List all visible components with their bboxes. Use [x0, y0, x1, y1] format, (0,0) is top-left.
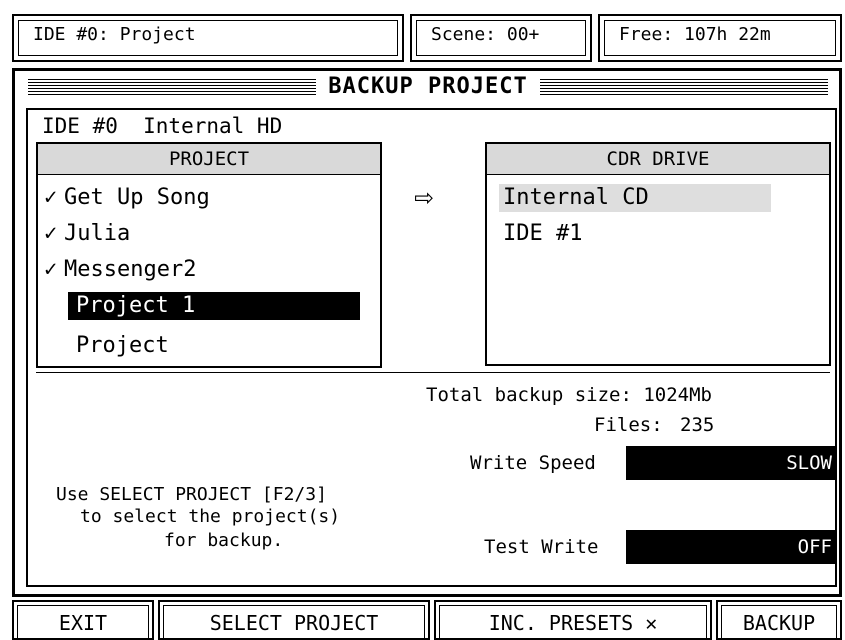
- select-project-button-label: SELECT PROJECT: [163, 605, 425, 638]
- total-backup-size: Total backup size: 1024Mb: [426, 384, 712, 406]
- exit-button[interactable]: EXIT: [12, 600, 154, 640]
- inc-presets-button-content: INC. PRESETS ✕: [439, 605, 707, 638]
- status-project-text: IDE #0: Project: [18, 20, 398, 56]
- inc-presets-button[interactable]: INC. PRESETS ✕: [434, 600, 712, 640]
- status-free: Free: 107h 22m: [598, 14, 842, 62]
- project-item[interactable]: ✓ Messenger2: [44, 256, 196, 284]
- test-write-label: Test Write: [484, 536, 599, 558]
- files-value: 235: [680, 414, 715, 436]
- arrow-right-icon: ⇨: [414, 177, 434, 215]
- cdr-drive-header: CDR DRIVE: [487, 144, 829, 175]
- files-label: Files:: [594, 414, 663, 436]
- status-free-text: Free: 107h 22m: [604, 20, 836, 56]
- check-icon: ✓: [44, 257, 58, 282]
- backup-button[interactable]: BACKUP: [716, 600, 842, 640]
- status-scene: Scene: 00+: [410, 14, 592, 62]
- source-drive-label: IDE #0 Internal HD: [42, 114, 283, 138]
- write-speed-field[interactable]: SLOW: [626, 446, 836, 480]
- backup-button-label: BACKUP: [721, 605, 837, 638]
- cdr-drive-list[interactable]: CDR DRIVE Internal CD IDE #1: [485, 142, 831, 366]
- project-item-label: Project 1: [76, 293, 196, 318]
- cdr-drive-item[interactable]: IDE #1: [503, 220, 582, 248]
- cdr-drive-item-selected[interactable]: Internal CD: [499, 184, 771, 212]
- status-scene-text: Scene: 00+: [416, 20, 586, 56]
- help-line-3: for backup.: [164, 530, 284, 551]
- check-icon: ✓: [44, 221, 58, 246]
- project-item-label: Get Up Song: [64, 185, 210, 210]
- test-write-field[interactable]: OFF: [626, 530, 836, 564]
- divider: [36, 372, 830, 373]
- write-speed-label: Write Speed: [470, 452, 596, 474]
- cdr-drive-label: IDE #1: [503, 221, 583, 246]
- project-item-selected[interactable]: Project 1: [68, 292, 360, 320]
- select-project-button[interactable]: SELECT PROJECT: [158, 600, 430, 640]
- project-item-label: Project: [76, 333, 169, 358]
- project-item[interactable]: Project: [76, 332, 169, 360]
- status-project: IDE #0: Project: [12, 14, 404, 62]
- dialog-title: BACKUP PROJECT: [316, 74, 540, 99]
- cdr-drive-label: Internal CD: [503, 185, 649, 210]
- help-line-1: Use SELECT PROJECT [F2/3]: [56, 484, 327, 505]
- project-item[interactable]: ✓ Get Up Song: [44, 184, 210, 212]
- close-x-icon: ✕: [645, 611, 658, 635]
- project-item[interactable]: ✓ Julia: [44, 220, 130, 248]
- project-item-label: Messenger2: [64, 257, 197, 282]
- project-list[interactable]: PROJECT ✓ Get Up Song ✓ Julia ✓ Messenger2 …: [36, 142, 382, 368]
- dialog-title-bar: BACKUP PROJECT: [28, 74, 828, 100]
- help-line-2: to select the project(s): [80, 506, 341, 527]
- exit-button-label: EXIT: [17, 605, 149, 638]
- check-icon: ✓: [44, 185, 58, 210]
- inc-presets-button-label: INC. PRESETS: [488, 611, 634, 635]
- project-list-header: PROJECT: [38, 144, 380, 175]
- project-item-label: Julia: [64, 221, 131, 246]
